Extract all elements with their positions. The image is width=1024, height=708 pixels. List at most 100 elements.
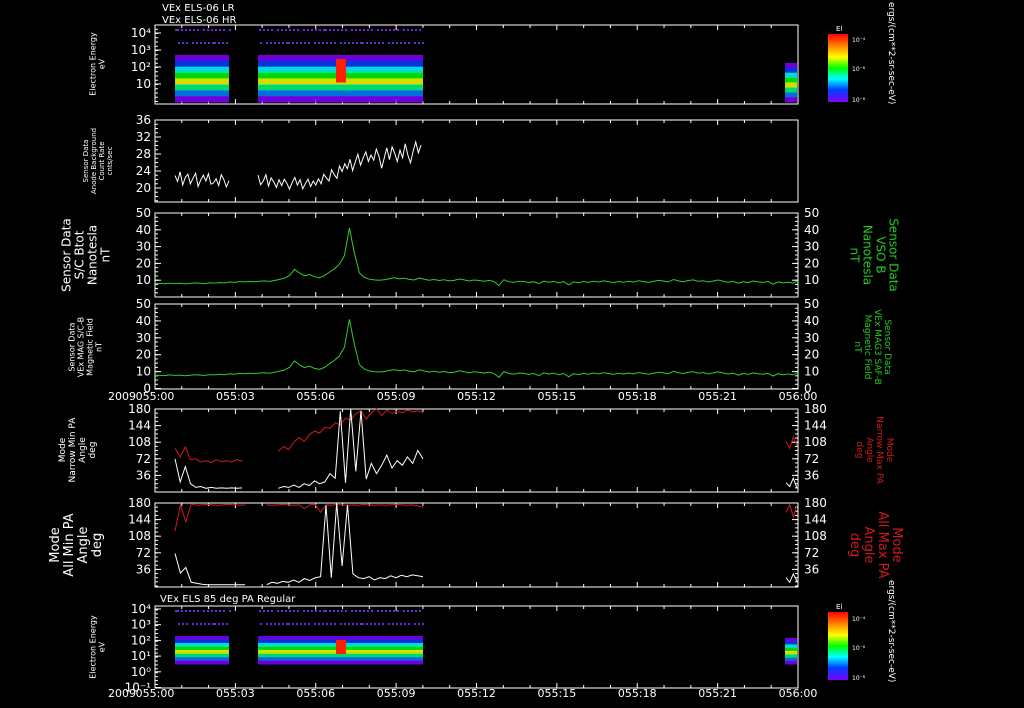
panel-7-ytick-label: 10¹	[131, 649, 151, 663]
spectrogram-dot	[218, 623, 220, 625]
panel-7: 10⁴10³10²10¹10⁰10⁻¹Electron Energy eV	[89, 602, 799, 695]
panel-3-frame	[154, 212, 799, 298]
panel-4-ytick-label: 50	[136, 297, 151, 311]
spectrogram-dot	[371, 610, 373, 612]
spectrogram-cell	[258, 653, 423, 658]
spectrogram-dot	[207, 610, 209, 612]
time-axis-tick-1: 055:15	[538, 390, 577, 403]
spectrogram-dot	[266, 623, 268, 625]
panel-1: 10⁴ 10³ 10² 10 Electron Energy eV	[89, 24, 799, 105]
spectrogram-dot	[196, 623, 198, 625]
spectrogram-dot	[362, 623, 364, 625]
spectrogram-dot	[260, 623, 262, 625]
spectrogram-dot	[263, 610, 265, 612]
spectrogram-dot	[181, 610, 183, 612]
spectrogram-dot	[400, 42, 402, 44]
time-axis-tick-1: 055:12	[457, 390, 496, 403]
panel-6-frame	[154, 502, 799, 588]
panel-1-frame	[154, 24, 799, 105]
panel-6-ylabel-right: deg	[847, 533, 862, 558]
panel-4-ytick-right-label: 20	[804, 348, 819, 362]
panel-5-ylabel-right: Narrow Max PA	[874, 416, 884, 484]
panel-6-ytick-label: 72	[136, 546, 151, 560]
spectrogram-dot	[204, 623, 206, 625]
spectrogram-dot	[271, 29, 273, 31]
spectrogram-cell	[258, 96, 423, 103]
spectrogram-dot	[404, 42, 406, 44]
panel-6-ytick-right-label: 36	[804, 562, 819, 576]
spectrogram-dot	[370, 623, 372, 625]
spectrogram-dot	[270, 42, 272, 44]
panel-2-ytick-label: 24	[136, 164, 151, 178]
spectrogram-dot	[307, 29, 309, 31]
spectrogram-dot	[329, 29, 331, 31]
spectrogram-cell	[785, 67, 797, 74]
spectrogram-cell	[175, 72, 229, 79]
panel-2-ylabel: cnts/sec	[106, 146, 114, 175]
panel-6-ylabel: Angle	[76, 527, 91, 564]
spectrogram-dot	[388, 42, 390, 44]
panel-3-ylabel-right: nT	[848, 248, 862, 264]
spectrogram-dot	[326, 42, 328, 44]
colorbar-bottom-tick-3: 10⁻⁸	[852, 675, 866, 682]
spectrogram-dot	[266, 42, 268, 44]
panel-4-ytick-right-label: 10	[804, 365, 819, 379]
panel-5-ytick-right-label: 36	[804, 468, 819, 482]
panel-5-trace-min	[174, 408, 424, 489]
panel-6-ylabel: deg	[90, 533, 105, 558]
spectrogram-dot	[296, 42, 298, 44]
panel-5-ylabel: Mode	[58, 437, 68, 462]
spectrogram-dot	[315, 29, 317, 31]
time-axis-tick-1: 055:03	[216, 390, 255, 403]
spectrogram-dot	[185, 29, 187, 31]
spectrogram-dot	[352, 42, 354, 44]
spectrogram-dot	[325, 610, 327, 612]
colorbar-top-tick-1: 10⁻⁴	[852, 37, 866, 44]
panel-7-frame	[154, 605, 799, 689]
spectrogram-dot	[325, 29, 327, 31]
spectrogram-cell	[175, 639, 229, 644]
spectrogram-dot	[208, 623, 210, 625]
spectrogram-hotspot	[336, 59, 346, 83]
spectrogram-dot	[308, 623, 310, 625]
panel-3-ylabel-right: VSO B	[874, 236, 888, 273]
spectrogram-cell	[175, 646, 229, 651]
spectrogram-dot	[200, 42, 202, 44]
spectrogram-cell	[785, 638, 797, 642]
spectrogram-dot	[344, 623, 346, 625]
spectrogram-dot	[397, 29, 399, 31]
spectrogram-dot	[222, 623, 224, 625]
spectrogram-dot	[371, 29, 373, 31]
time-axis-tick-1: 055:06	[296, 390, 335, 403]
spectrogram-dot	[267, 29, 269, 31]
spectrogram-dot	[215, 29, 217, 31]
spectrogram-cell	[175, 90, 229, 97]
spectrogram-dot	[314, 42, 316, 44]
spectrogram-cell	[785, 72, 797, 79]
panel-5-ytick-right-label: 180	[804, 402, 827, 416]
spectrogram-dot	[197, 610, 199, 612]
panel-2-trace-a	[174, 171, 230, 189]
panel-1-ytick-label: 10²	[131, 60, 151, 74]
panel-6-ylabel-right: Angle	[861, 527, 876, 564]
spectrogram-dot	[296, 623, 298, 625]
spectrogram-dot	[348, 42, 350, 44]
spectrogram-dot	[341, 29, 343, 31]
spectrogram-dot	[175, 610, 177, 612]
spectrogram-dot	[419, 610, 421, 612]
time-axis-tick-2: 056:00	[779, 687, 818, 700]
panel-4-ylabel-right: VEx MAG3 SAF-B	[872, 309, 882, 385]
spectrogram-dot	[226, 42, 228, 44]
panel-3-ylabel-right: Nanotesla	[861, 225, 875, 285]
panel-3-ylabel-right: Sensor Data	[887, 218, 901, 292]
spectrogram-dot	[352, 623, 354, 625]
spectrogram-dot	[289, 29, 291, 31]
spectrogram-dot	[175, 29, 177, 31]
spectrogram-dot	[177, 29, 179, 31]
panel-4-ytick-right-label: 50	[804, 297, 819, 311]
spectrogram-dot	[212, 623, 214, 625]
panel-4-ytick-label: 40	[136, 314, 151, 328]
spectrogram-dot	[407, 29, 409, 31]
spectrogram-dot	[197, 29, 199, 31]
spectrogram-dot	[370, 42, 372, 44]
